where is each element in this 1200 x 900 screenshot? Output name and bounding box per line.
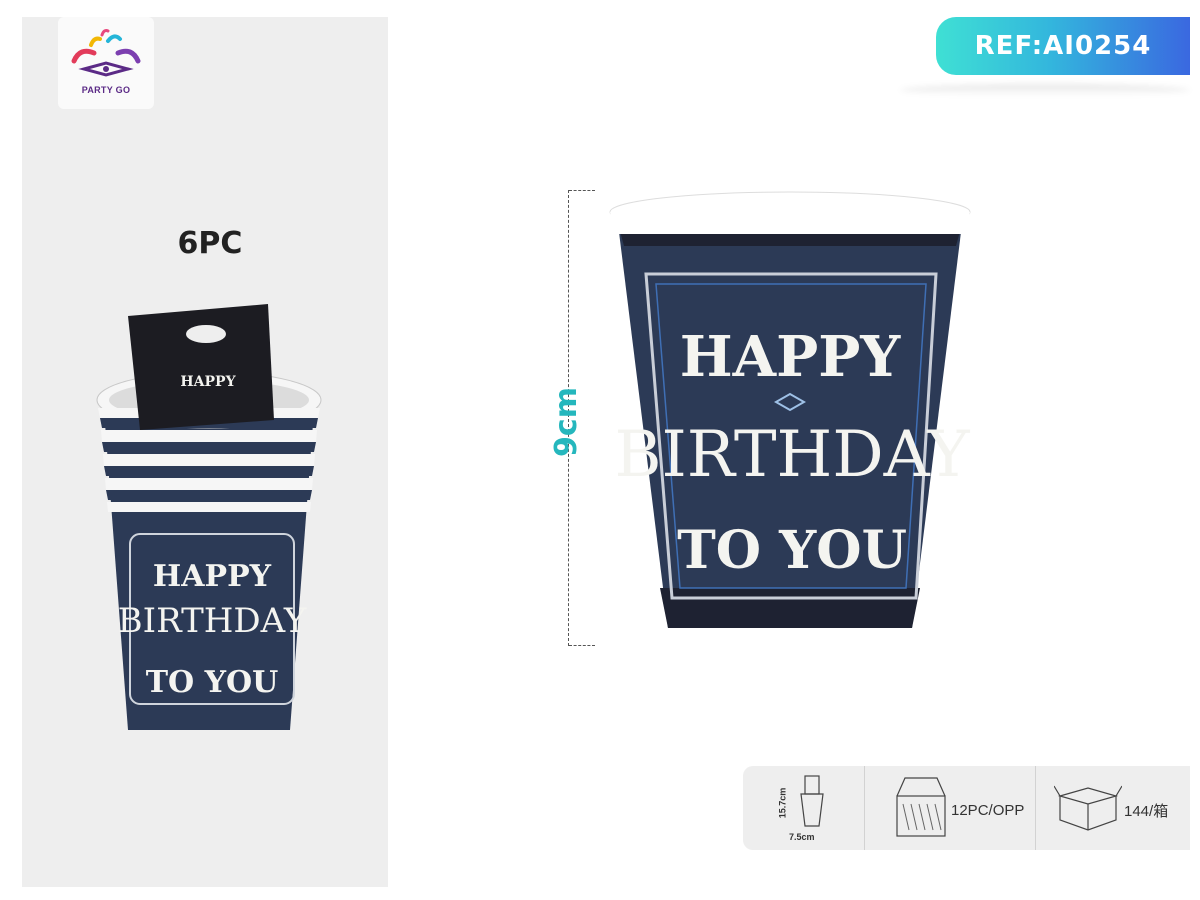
reference-shadow bbox=[900, 84, 1190, 96]
package-print-line3: TO YOU bbox=[146, 665, 279, 700]
brand-name: PARTY GO bbox=[81, 85, 131, 95]
reference-code: REF:AI0254 bbox=[974, 31, 1152, 61]
cup-print-line3: TO YOU bbox=[677, 520, 907, 581]
party-go-logo-icon bbox=[71, 29, 141, 77]
spec-carton: 144/箱 bbox=[1036, 766, 1190, 850]
cup-print-line2: BIRTHDAY bbox=[614, 418, 970, 492]
spec-package-width: 7.5cm bbox=[789, 832, 815, 842]
spec-inner-pack-label: 12PC/OPP bbox=[951, 802, 1025, 819]
cup-print-line1: HAPPY bbox=[680, 324, 902, 390]
reference-badge: REF:AI0254 bbox=[936, 17, 1190, 75]
single-cup-image: HAPPY BIRTHDAY TO YOU bbox=[609, 191, 971, 628]
brand-logo: PARTY GO bbox=[58, 17, 154, 109]
tag-print-line1: HAPPY bbox=[180, 374, 236, 390]
spec-package-size: 15.7cm 7.5cm bbox=[743, 766, 863, 850]
carton-box-icon bbox=[1054, 785, 1122, 831]
spec-package-height: 15.7cm bbox=[777, 787, 788, 819]
spec-carton-label: 144/箱 bbox=[1124, 803, 1169, 820]
spec-inner-pack: 12PC/OPP bbox=[865, 766, 1035, 850]
package-print-line1: HAPPY bbox=[153, 559, 272, 594]
display-box-icon bbox=[896, 777, 946, 837]
stacked-cups-package-image: HAPPY BIRTHDAY TO YOU HAPPY bbox=[96, 304, 322, 730]
pack-count-label: 6PC bbox=[177, 226, 243, 261]
package-print-line2: BIRTHDAY bbox=[118, 601, 307, 641]
packaging-specs-strip: 15.7cm 7.5cm 12PC/OPP 144/箱 bbox=[743, 766, 1190, 850]
height-dimension-label: 9cm bbox=[549, 387, 584, 457]
